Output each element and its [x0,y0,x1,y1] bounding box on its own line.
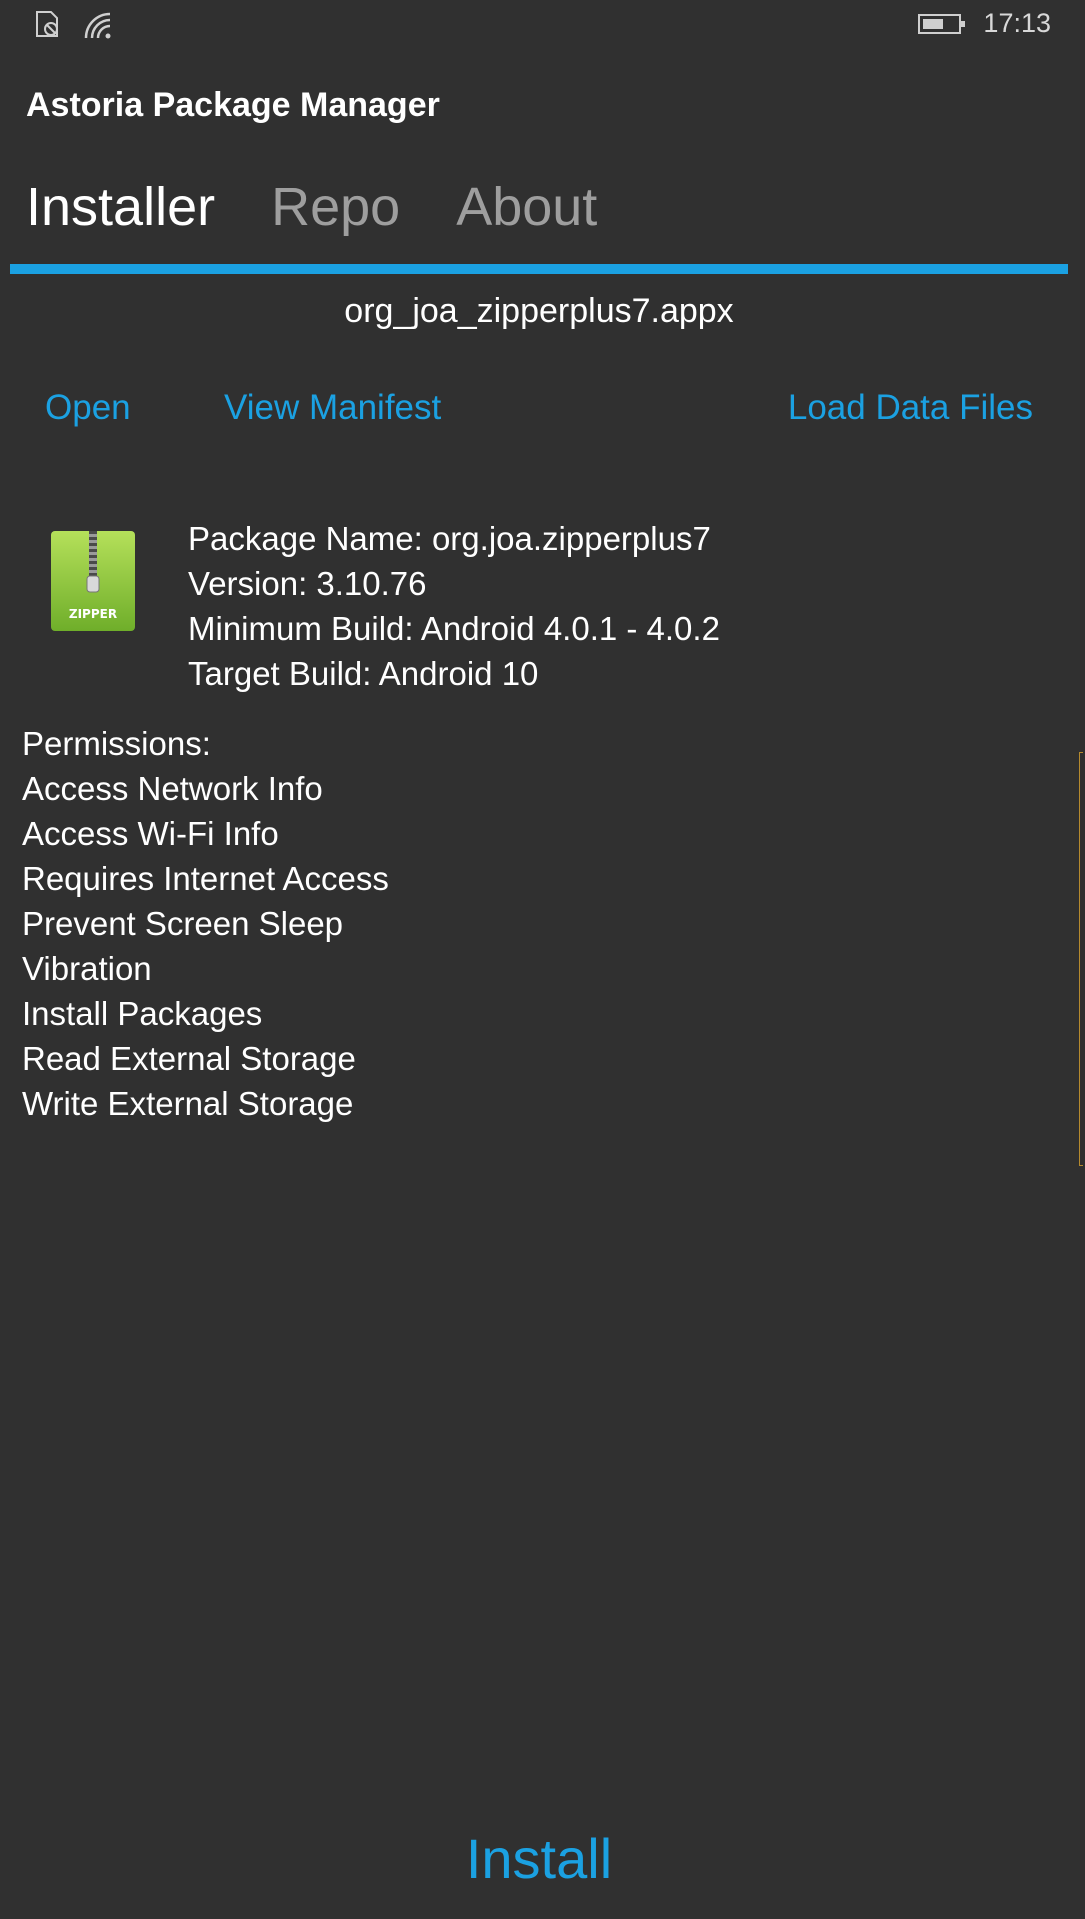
tab-bar: Installer Repo About [26,176,597,238]
tab-about[interactable]: About [456,176,597,238]
zipper-icon-label: ZIPPER [69,607,117,621]
list-item: Vibration [22,950,152,987]
list-item: Read External Storage [22,1040,356,1077]
install-button[interactable]: Install [0,1826,1078,1891]
status-bar: 17:13 [0,0,1085,50]
package-target-build: Target Build: Android 10 [188,655,539,692]
package-version: Version: 3.10.76 [188,565,427,602]
app-title: Astoria Package Manager [26,86,440,124]
permissions-heading: Permissions: [22,725,211,762]
file-name: org_joa_zipperplus7.appx [344,292,734,330]
open-button[interactable]: Open [45,388,131,428]
battery-icon [918,13,966,35]
package-min-build: Minimum Build: Android 4.0.1 - 4.0.2 [188,610,720,647]
load-data-files-button[interactable]: Load Data Files [788,388,1033,428]
package-info: Package Name: org.joa.zipperplus7 Versio… [188,516,720,696]
sim-icon [34,10,62,38]
permissions-list: Permissions: Access Network Info Access … [22,721,389,1126]
tab-repo[interactable]: Repo [271,176,400,238]
zipper-app-icon: ZIPPER [50,530,136,632]
list-item: Requires Internet Access [22,860,389,897]
tab-underline [10,264,1068,274]
list-item: Access Network Info [22,770,323,807]
tab-installer[interactable]: Installer [26,176,215,238]
status-time: 17:13 [983,8,1051,38]
list-item: Prevent Screen Sleep [22,905,344,942]
view-manifest-button[interactable]: View Manifest [224,388,441,428]
package-name: Package Name: org.joa.zipperplus7 [188,520,711,557]
list-item: Access Wi-Fi Info [22,815,279,852]
scrollbar[interactable] [1079,752,1083,1166]
wifi-icon [82,10,114,40]
list-item: Write External Storage [22,1085,354,1122]
list-item: Install Packages [22,995,263,1032]
